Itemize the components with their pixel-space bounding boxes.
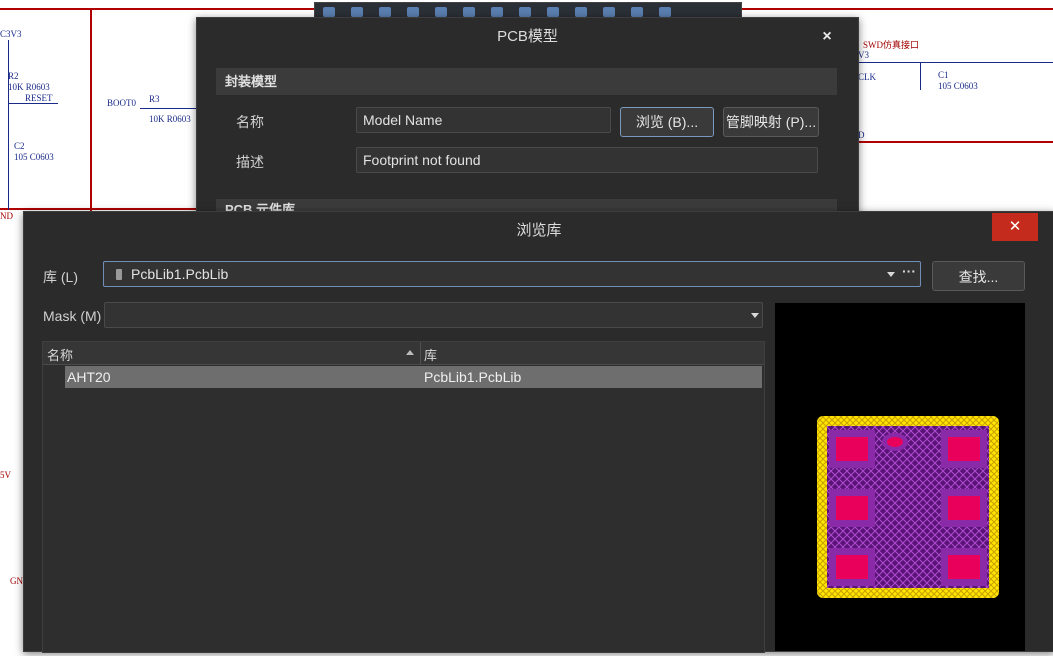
toolbar-icon[interactable] [351,7,363,17]
browse-library-dialog: 浏览库 ✕ 库 (L) PcbLib1.PcbLib ··· 查找... Mas… [23,211,1053,653]
column-divider [420,342,421,364]
toolbar-icon[interactable] [659,7,671,17]
pad [836,496,868,520]
library-file-icon [116,269,122,280]
column-header-name[interactable]: 名称 [47,345,73,364]
schematic-label: GN [10,576,23,586]
section-footprint-model: 封装模型 [216,68,837,95]
mask-input[interactable] [104,302,763,328]
sort-ascending-icon [406,350,414,355]
schematic-label: RESET [25,93,53,103]
description-field[interactable]: Footprint not found [356,147,818,173]
schematic-label: R3 [149,94,160,104]
pad [836,555,868,579]
dialog-title: PCB模型 [497,28,558,45]
close-icon[interactable]: × [816,26,838,48]
table-row[interactable]: AHT20 PcbLib1.PcbLib [65,366,762,388]
pad [948,437,980,461]
schematic-label: C1 [938,70,949,80]
toolbar-icon[interactable] [323,7,335,17]
toolbar-icon[interactable] [435,7,447,17]
dialog-title: 浏览库 [516,222,562,239]
library-select-value: PcbLib1.PcbLib [131,266,229,282]
toolbar-icon[interactable] [407,7,419,17]
description-label: 描述 [236,154,264,170]
pad [836,437,868,461]
toolbar-icon[interactable] [491,7,503,17]
schematic-wire [8,103,58,104]
chevron-down-icon[interactable] [887,272,895,277]
schematic-label: BOOT0 [107,98,136,108]
schematic-label: SWD仿真接口 [863,40,919,50]
name-label: 名称 [236,114,264,130]
footprint-table: 名称 库 AHT20 PcbLib1.PcbLib [42,341,765,653]
toolbar-icon[interactable] [547,7,559,17]
library-label: 库 (L) [43,269,78,285]
schematic-wire [857,62,1053,63]
footprint-preview [775,303,1025,651]
close-icon[interactable]: ✕ [992,213,1038,241]
mask-label: Mask (M) [43,308,102,324]
more-options-icon[interactable]: ··· [902,259,916,283]
column-header-library[interactable]: 库 [424,345,437,364]
row-name-cell: AHT20 [67,369,111,385]
schematic-label: 10K R0603 [8,82,50,92]
schematic-border [0,208,196,210]
schematic-wire [920,62,921,90]
schematic-wire [8,40,9,210]
pin1-marker-dot [887,437,903,447]
schematic-label: 105 C0603 [14,152,54,162]
toolbar-icon[interactable] [631,7,643,17]
chevron-down-icon[interactable] [751,313,759,318]
find-button[interactable]: 查找... [932,261,1025,291]
schematic-border [90,8,92,213]
schematic-label: 10K R0603 [149,114,191,124]
pad [948,555,980,579]
toolbar-icon[interactable] [519,7,531,17]
pcb-model-dialog: PCB模型 × 封装模型 名称 Model Name 浏览 (B)... 管脚映… [196,17,859,219]
schematic-label: 105 C0603 [938,81,978,91]
row-library-cell: PcbLib1.PcbLib [424,369,522,385]
toolbar-icon[interactable] [575,7,587,17]
schematic-label: CLK [858,72,876,82]
browse-button[interactable]: 浏览 (B)... [620,107,714,137]
pin-map-button[interactable]: 管脚映射 (P)... [723,107,819,137]
footprint-preview-svg [817,416,999,598]
toolbar-icon[interactable] [603,7,615,17]
schematic-label: C3V3 [0,29,22,39]
schematic-label: 5V [0,470,11,480]
schematic-border [857,141,1053,143]
schematic-label: C2 [14,141,25,151]
schematic-label: ND [0,211,13,221]
model-name-field[interactable]: Model Name [356,107,611,133]
schematic-wire [140,108,196,109]
schematic-label: V3 [858,50,869,60]
table-header: 名称 库 [43,342,764,365]
pad [948,496,980,520]
toolbar-icon[interactable] [463,7,475,17]
toolbar-icon[interactable] [379,7,391,17]
schematic-label: R2 [8,71,19,81]
library-select[interactable]: PcbLib1.PcbLib ··· [103,261,921,287]
